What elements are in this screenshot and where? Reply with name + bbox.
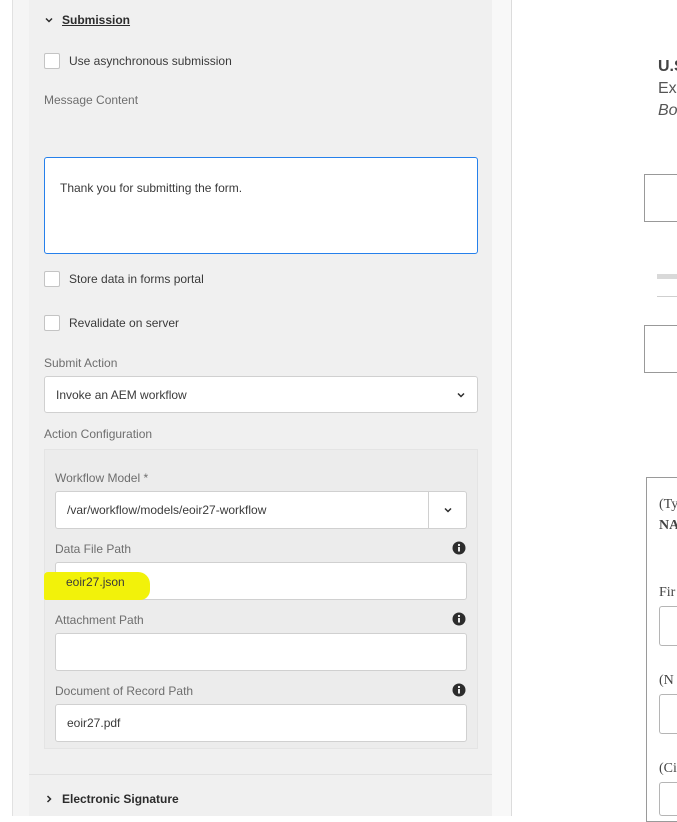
chevron-down-icon <box>443 507 452 513</box>
submit-action-label: Submit Action <box>44 356 118 370</box>
preview-serif-text: Fir <box>659 585 676 600</box>
preview-caption: Bo <box>658 102 677 119</box>
submit-action-value: Invoke an AEM workflow <box>56 387 187 402</box>
chevron-down-icon <box>457 392 465 398</box>
data-file-path-value: eoir27.json <box>66 575 125 589</box>
store-data-checkbox[interactable] <box>44 271 60 287</box>
electronic-signature-section-title: Electronic Signature <box>62 792 179 806</box>
store-data-label: Store data in forms portal <box>69 272 204 286</box>
electronic-signature-section-header[interactable]: Electronic Signature <box>44 792 179 806</box>
preview-field-box[interactable] <box>644 325 677 373</box>
preview-serif-text: NA <box>659 518 677 533</box>
submission-section-header[interactable]: Submission <box>44 13 130 27</box>
preview-serif-text: (Ty <box>659 497 677 512</box>
revalidate-label: Revalidate on server <box>69 316 180 330</box>
info-icon[interactable] <box>452 541 466 555</box>
attachment-path-input[interactable] <box>55 633 467 671</box>
chevron-down-icon <box>45 17 53 23</box>
preview-subheading: Ex <box>658 80 677 97</box>
preview-field-box[interactable] <box>644 174 677 222</box>
document-of-record-path-label: Document of Record Path <box>55 684 194 698</box>
action-configuration-label: Action Configuration <box>44 427 153 441</box>
info-icon[interactable] <box>452 612 466 626</box>
left-rail <box>0 0 13 816</box>
workflow-model-label: Workflow Model * <box>55 471 149 485</box>
async-submission-label: Use asynchronous submission <box>69 54 232 68</box>
info-icon[interactable] <box>452 683 466 697</box>
chevron-right-icon <box>46 795 52 803</box>
left-rail-fill <box>13 0 29 816</box>
workflow-model-combobox[interactable]: /var/workflow/models/eoir27-workflow <box>55 491 467 529</box>
submission-section-title: Submission <box>62 13 131 27</box>
preview-serif-text: (Ci <box>659 761 677 776</box>
preview-input[interactable] <box>659 606 677 646</box>
revalidate-row[interactable]: Revalidate on server <box>44 315 179 331</box>
preview-input[interactable] <box>659 694 677 734</box>
preview-rule-thin <box>657 296 677 297</box>
async-submission-checkbox[interactable] <box>44 53 60 69</box>
preview-serif-text: (N <box>659 673 674 688</box>
document-of-record-path-input[interactable]: eoir27.pdf <box>55 704 467 742</box>
panel-scrollbar[interactable] <box>492 0 512 816</box>
preview-heading: U.S <box>658 58 677 75</box>
preview-input[interactable] <box>659 782 677 816</box>
workflow-model-dropdown-button[interactable] <box>428 492 466 528</box>
data-file-path-label: Data File Path <box>55 542 132 556</box>
preview-rule <box>657 274 677 279</box>
section-divider <box>29 774 492 775</box>
message-content-label: Message Content <box>44 93 139 107</box>
attachment-path-label: Attachment Path <box>55 613 144 627</box>
revalidate-checkbox[interactable] <box>44 315 60 331</box>
async-submission-row[interactable]: Use asynchronous submission <box>44 53 232 69</box>
store-data-row[interactable]: Store data in forms portal <box>44 271 204 287</box>
submit-action-dropdown[interactable]: Invoke an AEM workflow <box>44 376 478 413</box>
message-content-textarea[interactable]: Thank you for submitting the form. <box>44 157 478 254</box>
workflow-model-value[interactable]: /var/workflow/models/eoir27-workflow <box>56 492 428 528</box>
